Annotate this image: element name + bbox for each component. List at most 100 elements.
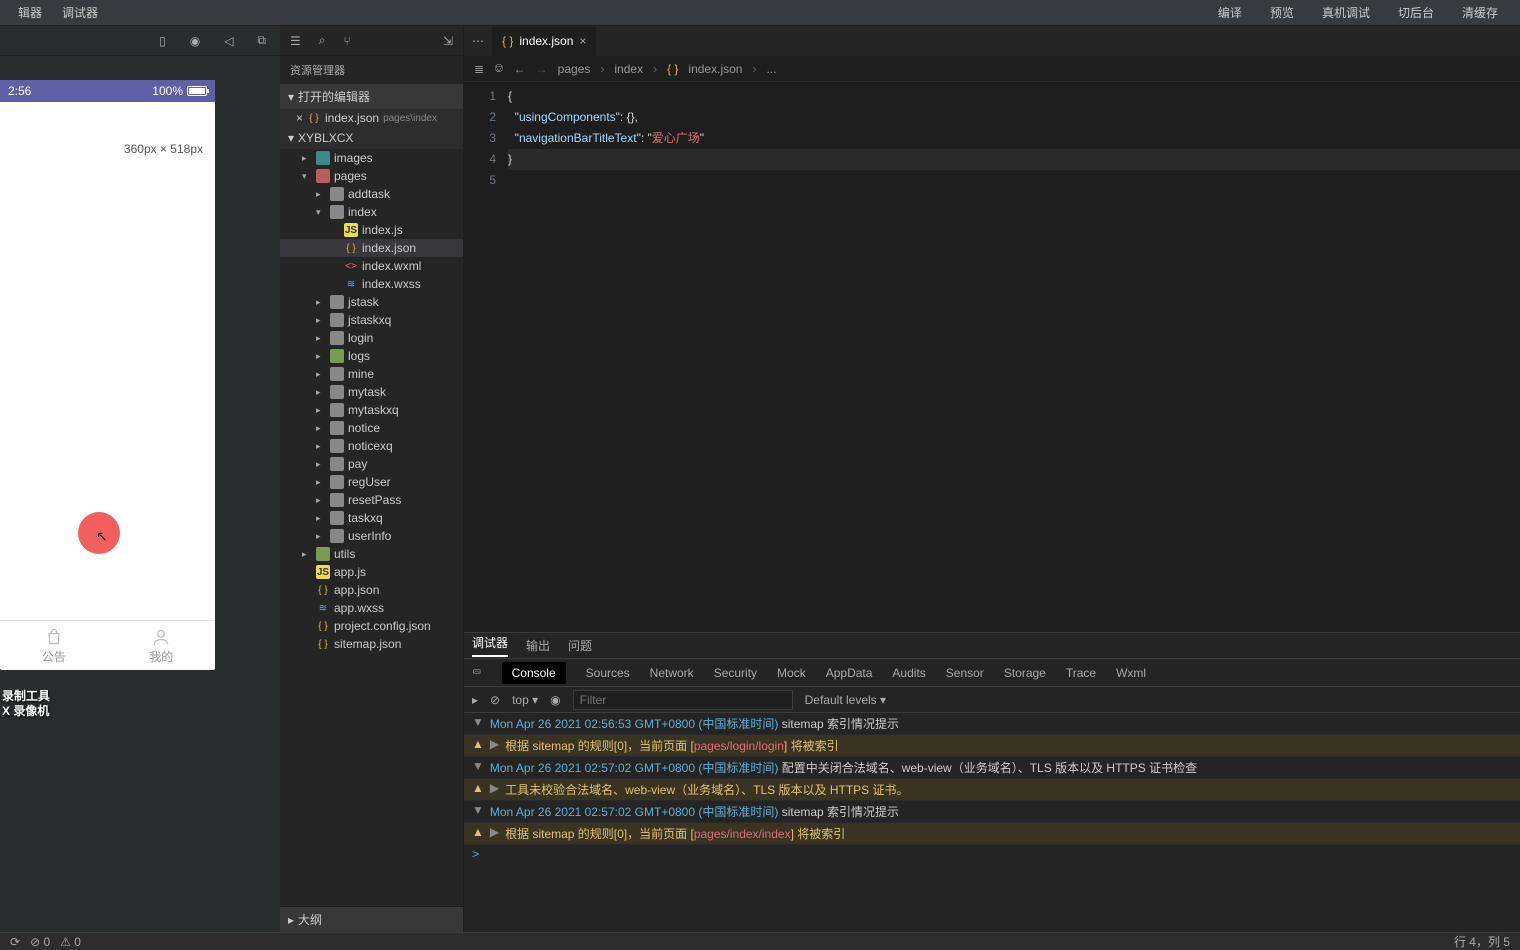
folder-userInfo[interactable]: ▸userInfo <box>280 527 463 545</box>
bag-icon <box>44 627 64 647</box>
console-prompt[interactable]: > <box>464 845 1520 863</box>
folder-login[interactable]: ▸login <box>280 329 463 347</box>
dt-sources[interactable]: Sources <box>586 666 630 680</box>
dt-tab-debugger[interactable]: 调试器 <box>472 634 508 657</box>
watermark-line2: X 录像机 <box>2 704 50 720</box>
folder-utils[interactable]: ▸utils <box>280 545 463 563</box>
top-menu: 辑器 调试器 编译 预览 真机调试 切后台 清缓存 <box>0 0 1520 26</box>
btn-compile[interactable]: 编译 <box>1204 0 1256 25</box>
dt-wxml[interactable]: Wxml <box>1116 666 1146 680</box>
explorer-title: 资源管理器 <box>280 56 463 84</box>
folder-regUser[interactable]: ▸regUser <box>280 473 463 491</box>
play-icon[interactable]: ▸ <box>472 693 478 707</box>
console-output[interactable]: ▼ Mon Apr 26 2021 02:56:53 GMT+0800 (中国标… <box>464 713 1520 932</box>
folder-mine[interactable]: ▸mine <box>280 365 463 383</box>
folder-jstaskxq[interactable]: ▸jstaskxq <box>280 311 463 329</box>
btn-background[interactable]: 切后台 <box>1384 0 1448 25</box>
phone-tabbar: 公告 我的 <box>0 620 215 670</box>
folder-pay[interactable]: ▸pay <box>280 455 463 473</box>
dt-sensor[interactable]: Sensor <box>946 666 984 680</box>
dt-network[interactable]: Network <box>650 666 694 680</box>
branch-icon[interactable]: ⑂ <box>344 34 351 48</box>
tab-notice[interactable]: 公告 <box>0 621 108 670</box>
console-filter-bar: ▸ ⊘ top ▾ ◉ Default levels ▾ <box>464 687 1520 713</box>
chevron-right-icon: ▸ <box>288 913 294 927</box>
open-editor-item[interactable]: × { } index.json pages\index <box>280 109 463 127</box>
back-icon[interactable]: ◁ <box>224 34 233 48</box>
close-icon[interactable]: × <box>296 111 303 125</box>
inspect-icon[interactable]: ⮹ <box>472 665 482 680</box>
folder-mytask[interactable]: ▸mytask <box>280 383 463 401</box>
folder-pages[interactable]: ▾pages <box>280 167 463 185</box>
close-icon[interactable]: × <box>579 34 586 48</box>
nav-back-icon[interactable]: ← <box>514 62 526 76</box>
battery-percent: 100% <box>152 84 183 98</box>
folder-noticexq[interactable]: ▸noticexq <box>280 437 463 455</box>
file-app.json[interactable]: { }app.json <box>280 581 463 599</box>
folder-mytaskxq[interactable]: ▸mytaskxq <box>280 401 463 419</box>
dt-console[interactable]: Console <box>502 662 566 684</box>
menu-editor[interactable]: 辑器 <box>8 0 52 25</box>
record-icon[interactable]: ◉ <box>190 34 200 48</box>
crumb-more[interactable]: ... <box>766 62 776 76</box>
project-header[interactable]: ▾ XYBLXCX <box>280 127 463 149</box>
code-area[interactable]: 12345 { "usingComponents": {}, "navigati… <box>464 82 1520 632</box>
folder-images[interactable]: ▸images <box>280 149 463 167</box>
phone-icon[interactable]: ▯ <box>159 34 166 48</box>
dt-trace[interactable]: Trace <box>1066 666 1096 680</box>
eye-icon[interactable]: ◉ <box>550 693 560 707</box>
file-tab-index-json[interactable]: { } index.json × <box>492 26 597 56</box>
split-icon[interactable]: ⧉ <box>257 33 266 48</box>
crumb-index[interactable]: index <box>614 62 643 76</box>
btn-remote-debug[interactable]: 真机调试 <box>1308 0 1384 25</box>
outline-header[interactable]: ▸ 大纲 <box>280 906 463 932</box>
filter-input[interactable] <box>573 690 793 710</box>
context-select[interactable]: top ▾ <box>512 693 538 707</box>
folder-logs[interactable]: ▸logs <box>280 347 463 365</box>
file-app.js[interactable]: JSapp.js <box>280 563 463 581</box>
crumb-pages[interactable]: pages <box>558 62 591 76</box>
code-content[interactable]: { "usingComponents": {}, "navigationBarT… <box>508 82 1520 632</box>
folder-notice[interactable]: ▸notice <box>280 419 463 437</box>
phone-simulator[interactable]: 2:56 100% 360px × 518px ↖ 公告 <box>0 80 215 670</box>
folder-index[interactable]: ▾index <box>280 203 463 221</box>
file-index.json[interactable]: { }index.json <box>280 239 463 257</box>
crumb-file[interactable]: index.json <box>688 62 742 76</box>
tab-mine[interactable]: 我的 <box>108 621 216 670</box>
file-sitemap.json[interactable]: { }sitemap.json <box>280 635 463 653</box>
file-index.wxss[interactable]: ≋index.wxss <box>280 275 463 293</box>
file-index.wxml[interactable]: <>index.wxml <box>280 257 463 275</box>
dt-security[interactable]: Security <box>714 666 757 680</box>
dt-appdata[interactable]: AppData <box>826 666 873 680</box>
menu-debugger[interactable]: 调试器 <box>52 0 108 25</box>
dt-audits[interactable]: Audits <box>892 666 925 680</box>
expand-icon[interactable]: ⇲ <box>443 34 453 48</box>
folder-taskxq[interactable]: ▸taskxq <box>280 509 463 527</box>
dt-mock[interactable]: Mock <box>777 666 806 680</box>
search-icon[interactable]: ⌕ <box>319 33 326 48</box>
cursor-position[interactable]: 行 4，列 5 <box>1454 933 1510 950</box>
nav-fwd-icon[interactable]: → <box>536 62 548 76</box>
list-icon[interactable]: ☰ <box>290 34 301 48</box>
file-index.js[interactable]: JSindex.js <box>280 221 463 239</box>
open-editors-header[interactable]: ▾ 打开的编辑器 <box>280 84 463 109</box>
file-app.wxss[interactable]: ≋app.wxss <box>280 599 463 617</box>
dt-tab-output[interactable]: 输出 <box>526 637 550 654</box>
btn-clear-cache[interactable]: 清缓存 <box>1448 0 1512 25</box>
status-warnings[interactable]: ⚠ 0 <box>60 935 81 949</box>
levels-select[interactable]: Default levels ▾ <box>805 693 886 707</box>
folder-addtask[interactable]: ▸addtask <box>280 185 463 203</box>
dt-tab-problems[interactable]: 问题 <box>568 637 592 654</box>
folder-jstask[interactable]: ▸jstask <box>280 293 463 311</box>
clear-icon[interactable]: ⊘ <box>490 693 500 707</box>
folder-resetPass[interactable]: ▸resetPass <box>280 491 463 509</box>
status-errors[interactable]: ⊘ 0 <box>30 935 50 949</box>
file-project.config.json[interactable]: { }project.config.json <box>280 617 463 635</box>
dt-storage[interactable]: Storage <box>1004 666 1046 680</box>
btn-preview[interactable]: 预览 <box>1256 0 1308 25</box>
gutter-icon[interactable]: ≣ <box>474 62 484 76</box>
tab-more-icon[interactable]: ⋯ <box>464 34 492 48</box>
status-left-icon[interactable]: ⟳ <box>10 935 20 949</box>
project-name: XYBLXCX <box>298 131 353 145</box>
bookmark-icon[interactable]: ⎊ <box>494 61 504 76</box>
